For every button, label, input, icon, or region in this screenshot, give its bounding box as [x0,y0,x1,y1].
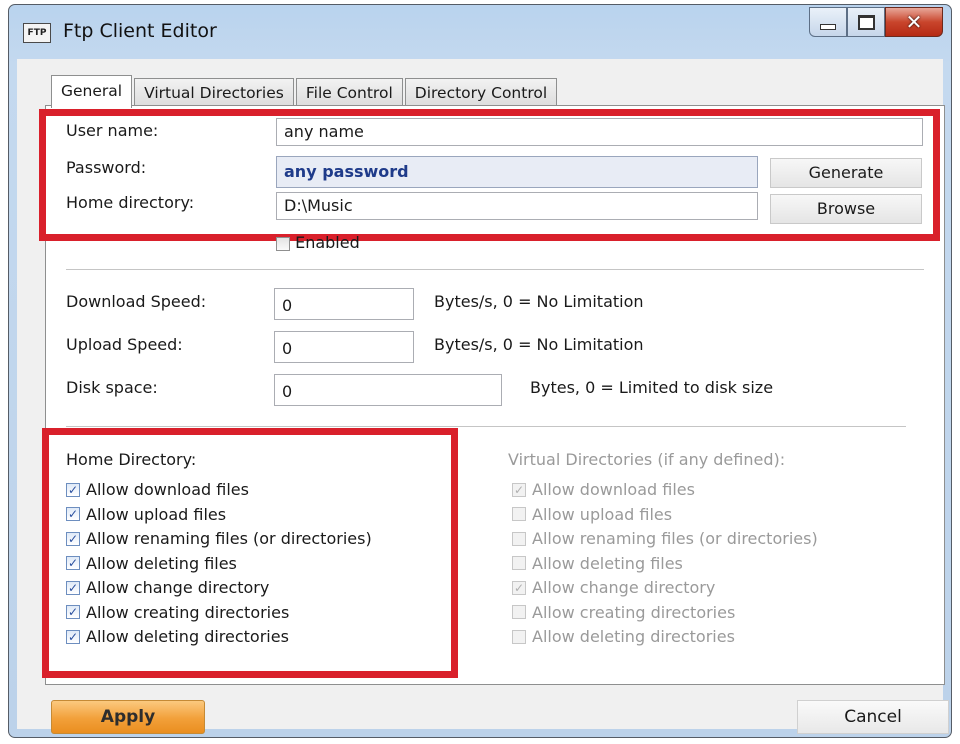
minimize-button[interactable] [809,7,847,37]
permission-option: Allow deleting files [512,554,683,573]
permission-option: ✓ Allow change directory [512,578,715,597]
ftp-client-editor-window: FTP Ftp Client Editor ✕ General Virtual … [8,4,952,738]
permission-option: Allow creating directories [512,603,735,622]
permission-label: Allow upload files [532,504,673,524]
permission-label: Allow creating directories [532,602,736,622]
maximize-icon [857,14,875,30]
download-speed-label: Download Speed: [66,292,207,311]
permission-checkbox [512,531,526,546]
permission-label: Allow deleting directories [532,627,735,646]
virtual-directories-permissions-heading: Virtual Directories (if any defined): [508,450,786,469]
permission-option: Allow deleting directories [512,627,735,646]
download-speed-hint: Bytes/s, 0 = No Limitation [434,292,644,311]
virtual-directories-permissions-list: ✓ Allow download files Allow upload files A… [512,480,932,660]
disk-space-hint: Bytes, 0 = Limited to disk size [530,378,774,397]
disk-space-label: Disk space: [66,378,158,397]
window-title: Ftp Client Editor [63,20,217,42]
title-bar[interactable]: FTP Ftp Client Editor ✕ [9,5,951,59]
permission-label: Allow change directory [532,578,716,597]
permission-checkbox: ✓ [512,580,526,595]
close-button[interactable]: ✕ [885,7,943,37]
permission-option: ✓ Allow download files [512,480,695,499]
permission-checkbox [512,507,526,521]
general-tab-panel: User name: any name Password: any passwo… [39,105,945,685]
enabled-option[interactable]: Enabled [276,233,360,252]
dialog-client-area: General Virtual Directories File Control… [17,59,949,734]
permission-option: Allow upload files [512,505,672,524]
apply-button[interactable]: Apply [51,700,205,734]
permission-checkbox [512,629,526,644]
close-icon: ✕ [905,10,923,34]
tab-directory-control[interactable]: Directory Control [404,78,558,107]
tab-virtual-directories[interactable]: Virtual Directories [134,78,294,107]
tab-file-control[interactable]: File Control [295,78,403,107]
permission-checkbox [512,556,526,570]
tab-strip: General Virtual Directories File Control… [51,74,559,108]
permission-label: Allow deleting files [532,553,683,573]
permission-checkbox: ✓ [512,482,526,497]
cancel-button[interactable]: Cancel [797,700,949,734]
permission-checkbox [512,605,526,619]
separator [66,269,924,270]
permission-option: Allow renaming files (or directories) [512,529,818,548]
permission-label: Allow renaming files (or directories) [532,529,818,548]
permission-label: Allow download files [532,480,695,499]
minimize-icon [820,24,836,30]
enabled-label: Enabled [295,233,360,252]
upload-speed-label: Upload Speed: [66,335,183,354]
upload-speed-hint: Bytes/s, 0 = No Limitation [434,335,644,354]
maximize-button[interactable] [847,7,885,37]
credentials-highlight-box [39,109,940,241]
upload-speed-input[interactable]: 0 [274,331,414,363]
download-speed-input[interactable]: 0 [274,288,414,320]
home-permissions-highlight-box [42,428,458,678]
ftp-app-icon: FTP [23,23,51,43]
disk-space-input[interactable]: 0 [274,374,502,406]
separator [66,426,906,427]
caption-buttons: ✕ [809,7,943,37]
tab-general[interactable]: General [51,75,133,108]
enabled-checkbox[interactable] [276,236,290,251]
